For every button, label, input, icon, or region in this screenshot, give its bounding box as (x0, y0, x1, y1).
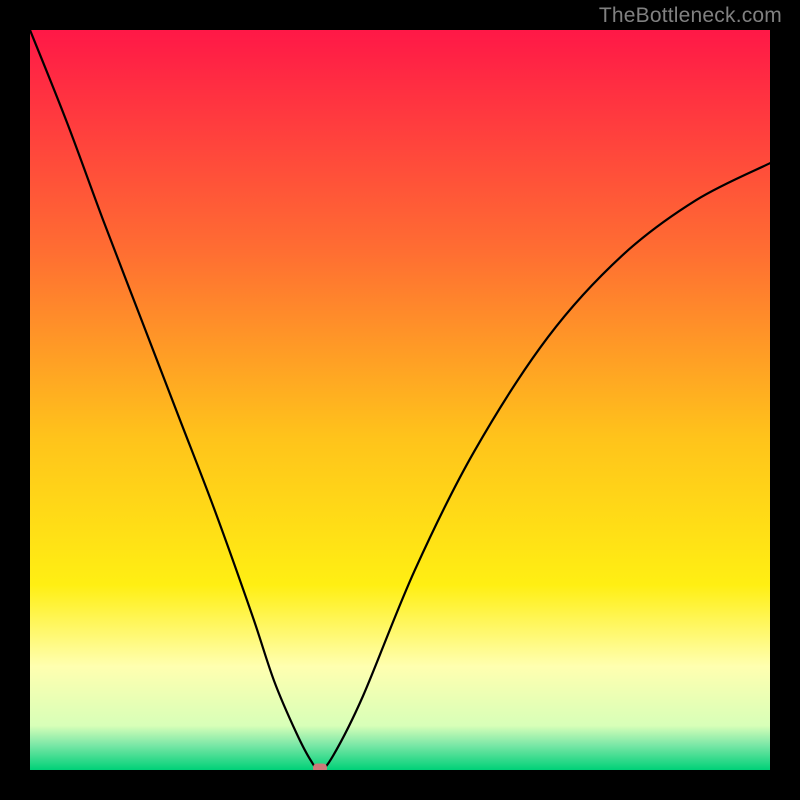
plot-area (30, 30, 770, 770)
minimum-marker (313, 763, 327, 770)
chart-frame: TheBottleneck.com (0, 0, 800, 800)
watermark-text: TheBottleneck.com (599, 4, 782, 28)
bottleneck-curve (30, 30, 770, 770)
